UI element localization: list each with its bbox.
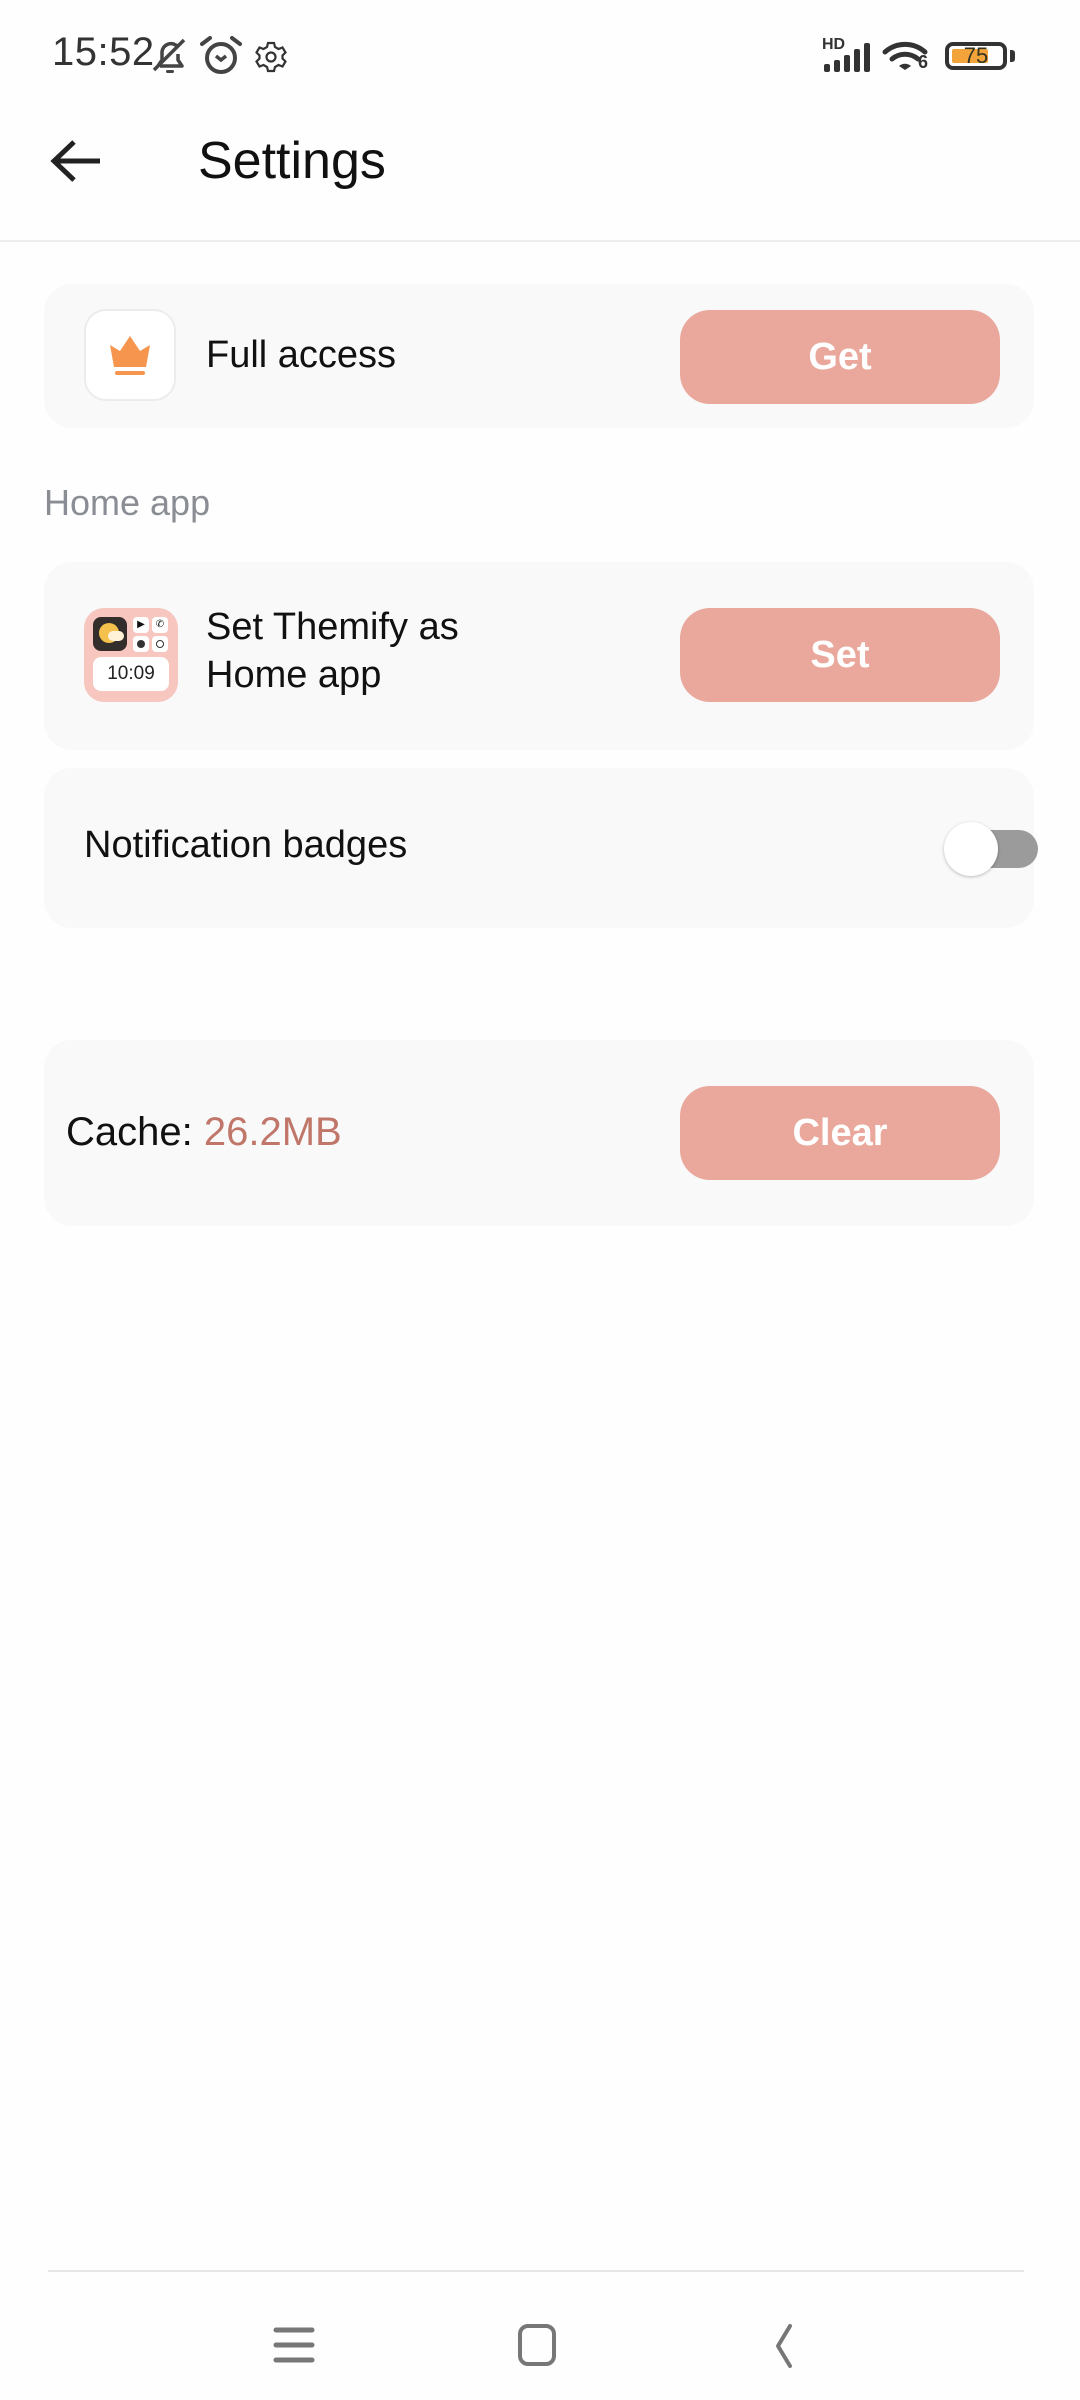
- weather-widget-icon: [93, 617, 127, 651]
- arrow-left-icon: [50, 140, 100, 182]
- wifi-6-label: 6: [918, 52, 929, 72]
- notification-badges-card: Notification badges: [44, 768, 1038, 928]
- status-time: 15:52: [52, 30, 155, 74]
- battery-icon: 75: [945, 42, 1007, 70]
- full-access-card: Full access Get: [44, 284, 1034, 428]
- play-icon: ▶: [133, 617, 149, 633]
- set-home-app-card: ▶ ✆ 10:09 Set Themify as Home app Set: [44, 562, 1034, 750]
- toggle-knob: [944, 822, 998, 876]
- page-title: Settings: [198, 132, 386, 190]
- nav-bar-divider: [48, 2270, 1024, 2272]
- cache-size-value: 26.2MB: [203, 1110, 342, 1154]
- section-heading-home-app: Home app: [44, 482, 211, 523]
- battery-percent: 75: [963, 43, 989, 68]
- dot-icon: [133, 636, 149, 652]
- camera-icon: [152, 636, 168, 652]
- crown-icon: [110, 336, 150, 375]
- notification-badges-label: Notification badges: [84, 824, 408, 866]
- full-access-label: Full access: [206, 334, 397, 376]
- cache-label: Cache: 26.2MB: [66, 1110, 342, 1155]
- clear-cache-button[interactable]: Clear: [680, 1086, 1000, 1180]
- cache-card: Cache: 26.2MB Clear: [44, 1040, 1034, 1226]
- home-square-icon: [518, 2324, 556, 2366]
- phone-icon: ✆: [152, 617, 168, 633]
- themify-app-icon: ▶ ✆ 10:09: [84, 608, 178, 702]
- back-button[interactable]: [48, 136, 108, 186]
- get-button[interactable]: Get: [680, 310, 1000, 404]
- cache-label-text: Cache:: [66, 1110, 204, 1154]
- notification-badges-toggle[interactable]: [944, 820, 1044, 880]
- gear-icon: [255, 41, 287, 73]
- menu-icon: [273, 2327, 315, 2363]
- home-button[interactable]: [497, 2310, 577, 2380]
- header-divider: [0, 240, 1080, 242]
- bell-off-icon: [152, 38, 186, 73]
- nav-back-button[interactable]: [740, 2310, 820, 2380]
- clock-widget-text: 10:09: [93, 657, 169, 691]
- set-home-label-line2: Home app: [206, 654, 382, 696]
- battery-tip: [1010, 50, 1015, 62]
- crown-icon-box: [84, 309, 176, 401]
- cell-signal-icon: [824, 43, 870, 72]
- set-button[interactable]: Set: [680, 608, 1000, 702]
- alarm-clock-icon: [200, 36, 242, 74]
- set-home-label-line1: Set Themify as: [206, 606, 459, 648]
- back-chevron-icon: [776, 2324, 792, 2368]
- recents-button[interactable]: [254, 2310, 334, 2380]
